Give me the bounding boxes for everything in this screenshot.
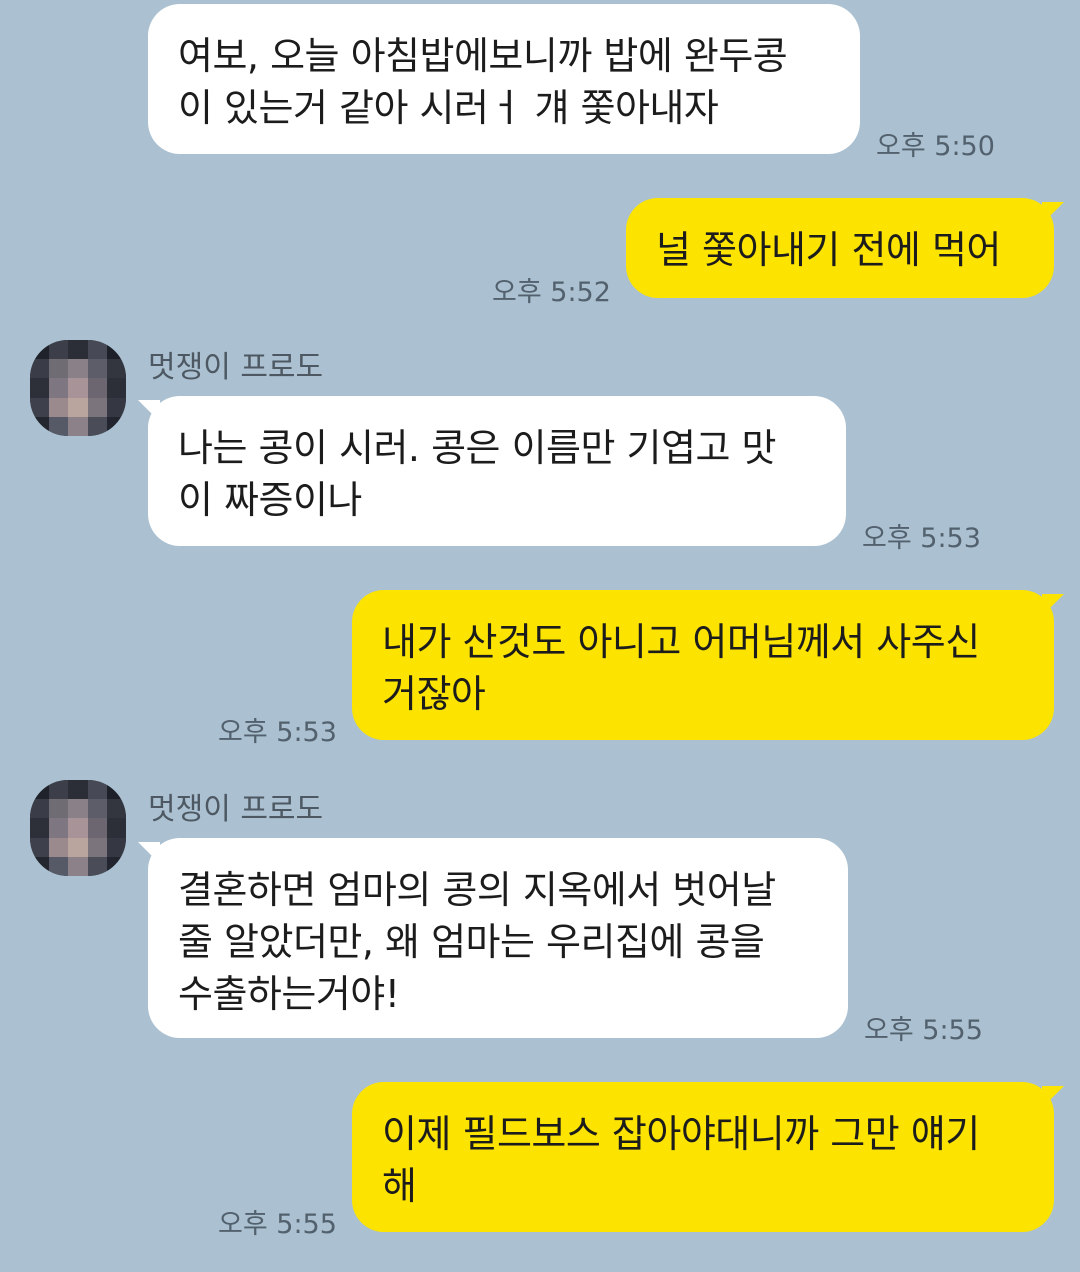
message-timestamp: 오후 5:50 — [876, 131, 995, 162]
message-timestamp: 오후 5:52 — [492, 277, 611, 308]
message-timestamp: 오후 5:53 — [218, 717, 337, 748]
message-bubble-outgoing[interactable]: 내가 산것도 아니고 어머님께서 사주신 거잖아 — [352, 590, 1064, 740]
message-timestamp: 오후 5:53 — [862, 523, 981, 554]
message-timestamp: 오후 5:55 — [864, 1015, 983, 1046]
message-bubble-incoming[interactable]: 나는 콩이 시러. 콩은 이름만 기엽고 맛 이 짜증이나 — [138, 396, 846, 546]
message-bubble-incoming[interactable]: 여보, 오늘 아침밥에보니까 밥에 완두콩 이 있는거 같아 시러ㅓ 걔 쫓아내… — [148, 4, 860, 154]
message-timestamp: 오후 5:55 — [218, 1209, 337, 1240]
sender-avatar[interactable] — [30, 340, 126, 436]
message-bubble-outgoing[interactable]: 이제 필드보스 잡아야대니까 그만 얘기 해 — [352, 1082, 1064, 1232]
message-bubble-incoming[interactable]: 결혼하면 엄마의 콩의 지옥에서 벗어날 줄 알았더만, 왜 엄마는 우리집에 … — [138, 838, 848, 1038]
message-bubble-outgoing[interactable]: 널 쫓아내기 전에 먹어 — [626, 198, 1064, 298]
sender-avatar[interactable] — [30, 780, 126, 876]
chat-area: 여보, 오늘 아침밥에보니까 밥에 완두콩 이 있는거 같아 시러ㅓ 걔 쫓아내… — [0, 0, 1080, 1272]
sender-name: 멋쟁이 프로도 — [148, 792, 324, 827]
sender-name: 멋쟁이 프로도 — [148, 350, 324, 385]
